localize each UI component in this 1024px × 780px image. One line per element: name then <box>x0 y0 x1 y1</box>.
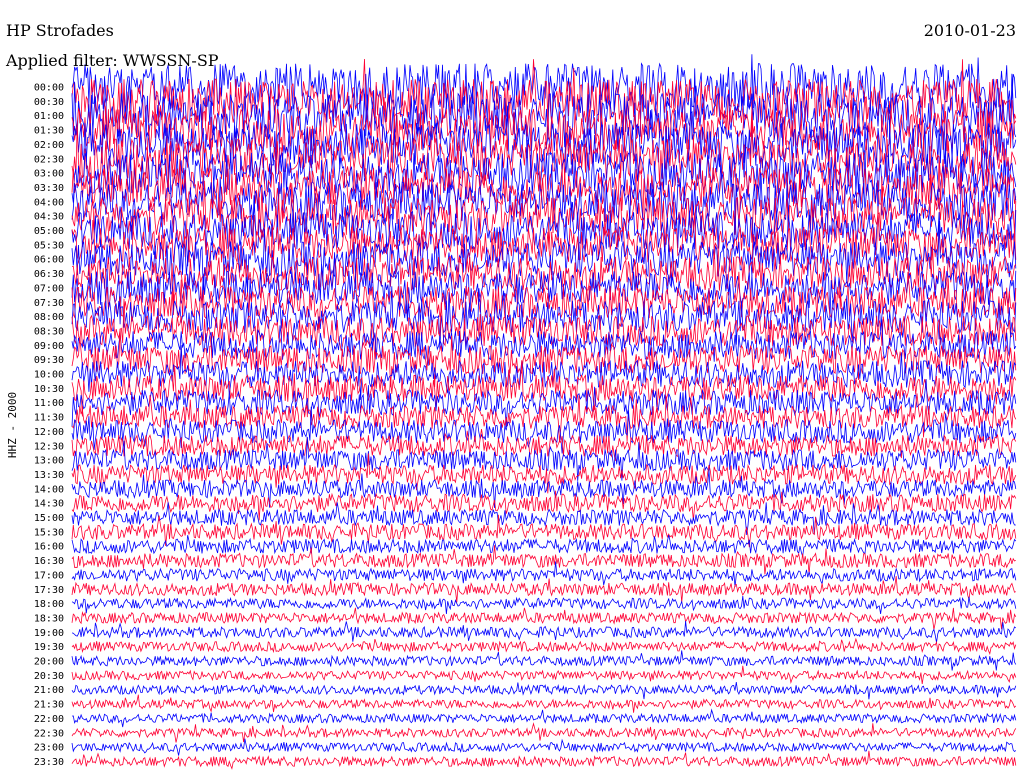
row-time-label: 07:00 <box>34 283 64 294</box>
trace-row-1730 <box>71 576 1016 603</box>
trace-row-2330 <box>71 750 1017 770</box>
row-time-label: 03:30 <box>34 183 64 194</box>
row-time-label: 08:30 <box>34 326 64 337</box>
row-time-label: 10:30 <box>34 384 64 395</box>
row-time-label: 19:00 <box>34 628 64 639</box>
trace-row-2300 <box>71 738 1017 756</box>
row-time-label: 03:00 <box>34 169 64 180</box>
row-time-label: 11:00 <box>34 398 64 409</box>
trace-row-1800 <box>71 596 1017 614</box>
row-time-label: 14:00 <box>34 484 64 495</box>
trace-row-1830 <box>71 607 1017 630</box>
row-time-label: 22:00 <box>34 714 64 725</box>
helicorder-chart: 00:00 00:30 01:00 01:30 02:00 02:30 03:00 03:30… <box>5 21 1017 770</box>
helicorder-traces <box>71 54 1017 770</box>
row-time-label: 12:00 <box>34 427 64 438</box>
row-time-label: 20:30 <box>34 671 64 682</box>
row-time-label: 08:00 <box>34 312 64 323</box>
row-time-label: 17:00 <box>34 570 64 581</box>
trace-row-2200 <box>71 708 1017 728</box>
row-time-label: 21:00 <box>34 685 64 696</box>
row-time-label: 16:00 <box>34 542 64 553</box>
row-time-label: 00:30 <box>34 97 64 108</box>
row-time-label: 09:00 <box>34 341 64 352</box>
row-time-label: 05:30 <box>34 240 64 251</box>
row-time-label: 04:30 <box>34 212 64 223</box>
row-time-label: 20:00 <box>34 657 64 668</box>
trace-row-1600 <box>71 535 1017 557</box>
date-label: 2010-01-23 <box>924 21 1016 40</box>
trace-row-2000 <box>71 650 1017 671</box>
row-time-label: 14:30 <box>34 499 64 510</box>
row-time-label: 22:30 <box>34 728 64 739</box>
row-time-label: 00:00 <box>34 83 64 94</box>
trace-row-1200 <box>71 406 1017 454</box>
row-time-label: 04:00 <box>34 197 64 208</box>
row-time-label: 21:30 <box>34 700 64 711</box>
station-title: HP Strofades <box>6 21 114 40</box>
row-time-label: 15:00 <box>34 513 64 524</box>
row-time-label: 01:30 <box>34 126 64 137</box>
row-time-label: 12:30 <box>34 441 64 452</box>
row-time-label: 23:30 <box>34 757 64 768</box>
trace-row-2100 <box>71 682 1017 700</box>
trace-row-1900 <box>71 620 1017 643</box>
time-axis-labels: 00:00 00:30 01:00 01:30 02:00 02:30 03:00 03:30… <box>34 83 64 768</box>
row-time-label: 06:30 <box>34 269 64 280</box>
row-time-label: 19:30 <box>34 642 64 653</box>
trace-row-2030 <box>71 665 1017 685</box>
row-time-label: 13:00 <box>34 456 64 467</box>
channel-label: HHZ - 2000 <box>6 392 19 458</box>
row-time-label: 17:30 <box>34 585 64 596</box>
row-time-label: 13:30 <box>34 470 64 481</box>
row-time-label: 15:30 <box>34 527 64 538</box>
filter-label: Applied filter: WWSSN-SP <box>5 51 219 70</box>
row-time-label: 11:30 <box>34 413 64 424</box>
row-time-label: 10:00 <box>34 370 64 381</box>
row-time-label: 23:00 <box>34 743 64 754</box>
row-time-label: 16:30 <box>34 556 64 567</box>
row-time-label: 06:00 <box>34 255 64 266</box>
row-time-label: 01:00 <box>34 111 64 122</box>
row-time-label: 02:30 <box>34 154 64 165</box>
trace-row-1300 <box>71 436 1017 481</box>
trace-row-2130 <box>71 694 1017 713</box>
trace-row-1930 <box>71 637 1017 656</box>
row-time-label: 09:30 <box>34 355 64 366</box>
trace-row-2230 <box>71 722 1017 743</box>
row-time-label: 02:00 <box>34 140 64 151</box>
row-time-label: 18:00 <box>34 599 64 610</box>
row-time-label: 07:30 <box>34 298 64 309</box>
row-time-label: 18:30 <box>34 613 64 624</box>
row-time-label: 05:00 <box>34 226 64 237</box>
